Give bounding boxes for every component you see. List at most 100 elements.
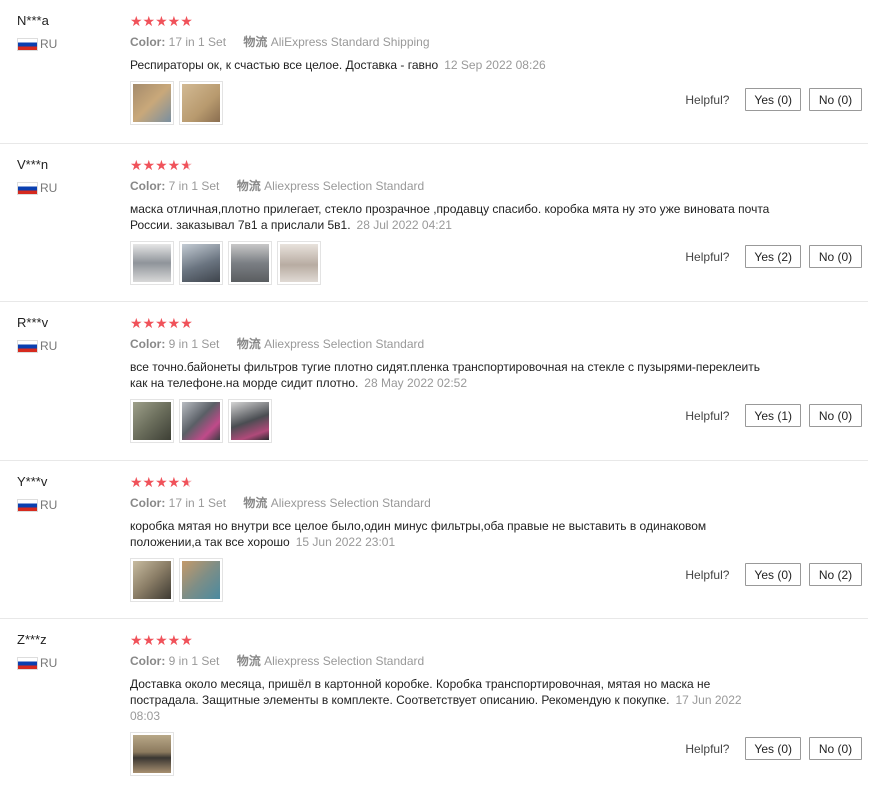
star-icons: ★★★★★ [130, 315, 193, 331]
reviewer-country: RU [17, 656, 57, 670]
review-date: 28 Jul 2022 04:21 [356, 218, 452, 232]
review-date: 28 May 2022 02:52 [364, 376, 468, 390]
half-star-icon: ★ [180, 474, 193, 490]
color-label: Color: [130, 337, 166, 351]
review-content: Доставка около месяца, пришёл в картонно… [130, 677, 711, 707]
review-body: ★★★★★ Color: 9 in 1 Set 物流 Aliexpress Se… [130, 632, 770, 776]
review-photo[interactable] [277, 241, 321, 285]
review-body: ★★★★★ Color: 9 in 1 Set 物流 Aliexpress Se… [130, 315, 770, 443]
reviewer-name: R***v [17, 315, 49, 330]
helpful-no-button[interactable]: No (0) [809, 245, 862, 268]
color-label: Color: [130, 496, 166, 510]
helpful-votes: Helpful? Yes (0) No (2) [685, 563, 862, 586]
review-meta: Color: 17 in 1 Set 物流 Aliexpress Selecti… [130, 495, 770, 511]
shipping-label: 物流 [243, 35, 268, 49]
review-photos [130, 399, 770, 443]
shipping-value: Aliexpress Selection Standard [270, 496, 431, 510]
review-photos [130, 732, 770, 776]
review-meta: Color: 7 in 1 Set 物流 Aliexpress Selectio… [130, 178, 770, 194]
half-star-icon: ★ [180, 157, 193, 173]
review-content: Респираторы ок, к счастью все целое. Дос… [130, 58, 439, 72]
review-text: коробка мятая но внутри все целое было,о… [130, 518, 770, 550]
helpful-votes: Helpful? Yes (0) No (0) [685, 88, 862, 111]
helpful-votes: Helpful? Yes (1) No (0) [685, 404, 862, 427]
helpful-yes-button[interactable]: Yes (2) [745, 245, 801, 268]
review-photo[interactable] [130, 732, 174, 776]
country-code: RU [40, 498, 58, 512]
review-item: R***v RU ★★★★★ Color: 9 in 1 Set 物流 Alie… [0, 302, 868, 461]
color-value: 9 in 1 Set [168, 337, 220, 351]
review-photo[interactable] [179, 241, 223, 285]
helpful-yes-button[interactable]: Yes (0) [745, 737, 801, 760]
review-item: V***n RU ★★★★★ Color: 7 in 1 Set 物流 Alie… [0, 144, 868, 302]
helpful-yes-button[interactable]: Yes (1) [745, 404, 801, 427]
color-label: Color: [130, 654, 166, 668]
review-body: ★★★★★ Color: 7 in 1 Set 物流 Aliexpress Se… [130, 157, 770, 285]
shipping-label: 物流 [236, 654, 261, 668]
review-photos [130, 81, 770, 125]
helpful-no-button[interactable]: No (0) [809, 737, 862, 760]
helpful-no-button[interactable]: No (0) [809, 88, 862, 111]
russia-flag-icon [17, 656, 38, 670]
reviewer-info: N***a RU [17, 13, 57, 51]
review-body: ★★★★★ Color: 17 in 1 Set 物流 Aliexpress S… [130, 474, 770, 602]
review-item: N***a RU ★★★★★ Color: 17 in 1 Set 物流 Ali… [0, 0, 868, 144]
helpful-yes-button[interactable]: Yes (0) [745, 563, 801, 586]
reviewer-name: Z***z [17, 632, 47, 647]
russia-flag-icon [17, 498, 38, 512]
helpful-label: Helpful? [685, 249, 730, 264]
color-value: 17 in 1 Set [168, 496, 227, 510]
russia-flag-icon [17, 37, 38, 51]
shipping-value: Aliexpress Selection Standard [264, 654, 425, 668]
shipping-value: Aliexpress Selection Standard [264, 179, 425, 193]
reviewer-name: V***n [17, 157, 49, 172]
helpful-no-button[interactable]: No (2) [809, 563, 862, 586]
helpful-votes: Helpful? Yes (0) No (0) [685, 737, 862, 760]
review-item: Z***z RU ★★★★★ Color: 9 in 1 Set 物流 Alie… [0, 619, 868, 791]
star-rating: ★★★★★ [130, 474, 770, 490]
reviewer-name: Y***v [17, 474, 48, 489]
review-photo[interactable] [130, 81, 174, 125]
country-code: RU [40, 656, 58, 670]
review-photo[interactable] [179, 399, 223, 443]
review-photo[interactable] [179, 81, 223, 125]
review-photo[interactable] [130, 399, 174, 443]
star-rating: ★★★★★ [130, 13, 770, 29]
review-text: все точно.байонеты фильтров тугие плотно… [130, 359, 770, 391]
star-rating: ★★★★★ [130, 157, 770, 173]
russia-flag-icon [17, 339, 38, 353]
reviewer-country: RU [17, 339, 57, 353]
color-label: Color: [130, 179, 166, 193]
review-meta: Color: 9 in 1 Set 物流 Aliexpress Selectio… [130, 653, 770, 669]
color-label: Color: [130, 35, 166, 49]
shipping-label: 物流 [243, 496, 268, 510]
russia-flag-icon [17, 181, 38, 195]
reviewer-country: RU [17, 498, 57, 512]
review-content: коробка мятая но внутри все целое было,о… [130, 519, 707, 549]
shipping-label: 物流 [236, 179, 261, 193]
star-icons: ★★★★ [130, 474, 181, 490]
star-icons: ★★★★★ [130, 632, 193, 648]
color-value: 17 in 1 Set [168, 35, 227, 49]
helpful-no-button[interactable]: No (0) [809, 404, 862, 427]
reviewer-info: R***v RU [17, 315, 57, 353]
review-text: Доставка около месяца, пришёл в картонно… [130, 676, 770, 724]
star-rating: ★★★★★ [130, 315, 770, 331]
review-date: 15 Jun 2022 23:01 [295, 535, 396, 549]
review-photo[interactable] [130, 558, 174, 602]
shipping-value: AliExpress Standard Shipping [270, 35, 430, 49]
reviewer-name: N***a [17, 13, 49, 28]
review-meta: Color: 17 in 1 Set 物流 AliExpress Standar… [130, 34, 770, 50]
helpful-votes: Helpful? Yes (2) No (0) [685, 245, 862, 268]
review-item: Y***v RU ★★★★★ Color: 17 in 1 Set 物流 Ali… [0, 461, 868, 619]
country-code: RU [40, 37, 58, 51]
review-photo[interactable] [228, 399, 272, 443]
review-body: ★★★★★ Color: 17 in 1 Set 物流 AliExpress S… [130, 13, 770, 125]
helpful-yes-button[interactable]: Yes (0) [745, 88, 801, 111]
review-photo[interactable] [228, 241, 272, 285]
helpful-label: Helpful? [685, 408, 730, 423]
review-photos [130, 558, 770, 602]
review-photo[interactable] [179, 558, 223, 602]
review-photo[interactable] [130, 241, 174, 285]
country-code: RU [40, 339, 58, 353]
